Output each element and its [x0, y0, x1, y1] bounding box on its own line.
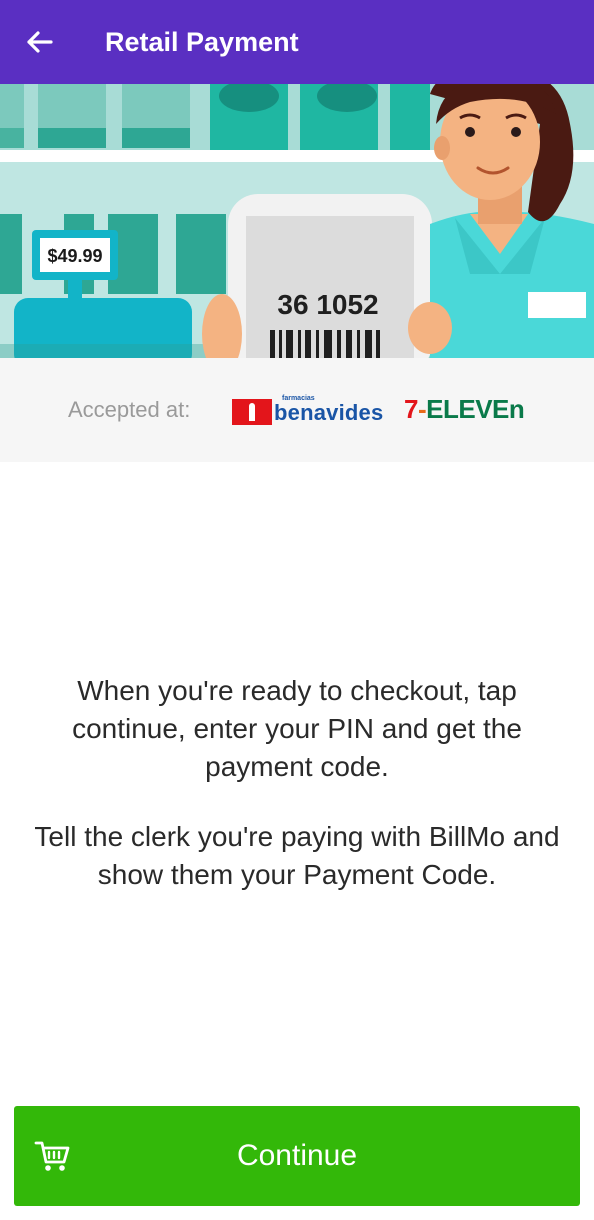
price-tag-text: $49.99	[47, 246, 102, 266]
receipt-code-text: 36 1052	[277, 289, 378, 320]
page-title: Retail Payment	[105, 27, 299, 57]
accepted-at-label: Accepted at:	[68, 397, 191, 422]
continue-button[interactable]: Continue	[14, 1106, 580, 1206]
instruction-paragraph-1: When you're ready to checkout, tap conti…	[72, 675, 522, 782]
seven-eleven-dash: -	[417, 394, 427, 424]
seven-eleven-digit: 7	[404, 394, 418, 424]
app-header: Retail Payment	[0, 0, 594, 84]
hero-illustration: $49.99 36 1052	[0, 84, 594, 358]
seven-eleven-logo: 7-ELEVEn	[404, 394, 525, 424]
instructions-text: When you're ready to checkout, tap conti…	[20, 672, 574, 926]
benavides-name: benavides	[274, 400, 384, 425]
instruction-paragraph-2: Tell the clerk you're paying with BillMo…	[34, 821, 560, 890]
back-button[interactable]	[22, 26, 56, 58]
continue-label: Continue	[236, 1139, 358, 1172]
arrow-left-icon	[27, 31, 53, 53]
seven-eleven-word: ELEVEn	[426, 394, 525, 424]
benavides-logo: farmacias benavides	[232, 395, 383, 425]
benavides-cross-icon	[232, 399, 272, 425]
accepted-merchants-strip: Accepted at: farmacias benavides 7-ELEVE…	[0, 358, 594, 462]
retail-payment-screen: Retail Payment $49.99 36 1052 Accepted a…	[0, 0, 594, 1220]
cashier-illustration: $49.99 36 1052	[0, 84, 594, 358]
